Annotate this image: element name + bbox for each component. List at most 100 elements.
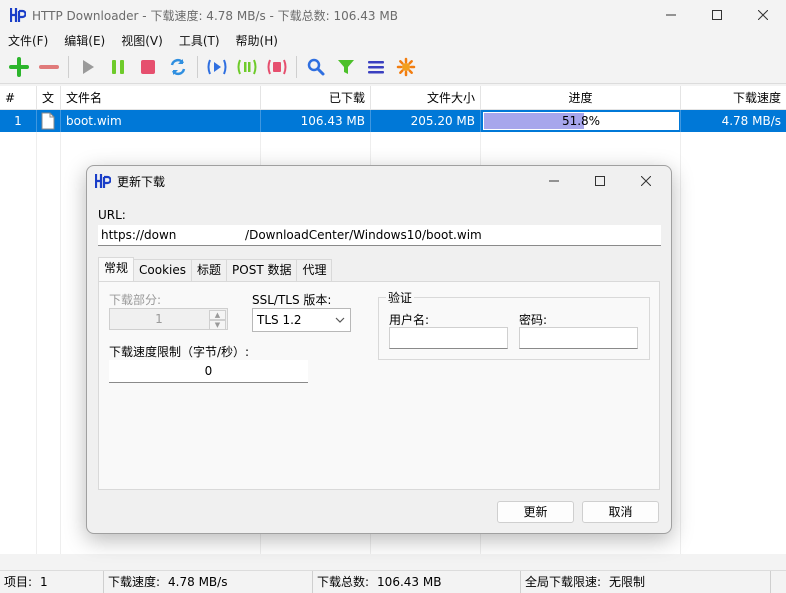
toolbar-separator: [296, 55, 297, 78]
menu-tools[interactable]: 工具(T): [171, 32, 228, 49]
row-speed: 4.78 MB/s: [721, 114, 781, 128]
status-speed-value: 4.78 MB/s: [168, 574, 228, 589]
options-button[interactable]: [393, 54, 419, 80]
add-download-button[interactable]: [6, 54, 32, 80]
ssl-version-value: TLS 1.2: [257, 313, 302, 327]
remove-icon: [39, 64, 59, 69]
progress-bar: 51.8%: [483, 112, 679, 130]
chevron-down-icon: ▼: [214, 321, 221, 329]
dialog-maximize-button[interactable]: [577, 166, 623, 196]
maximize-icon: [595, 176, 605, 186]
app-logo-icon: [10, 8, 26, 22]
start-button[interactable]: [75, 54, 101, 80]
pause-button[interactable]: [105, 54, 131, 80]
maximize-icon: [712, 10, 722, 20]
status-items-value: 1: [40, 574, 48, 589]
dialog-tabs: 常规 Cookies 标题 POST 数据 代理: [98, 257, 333, 281]
chevron-down-icon: [335, 317, 345, 323]
status-items: 项目: 1: [0, 570, 104, 593]
segments-value: 1: [155, 312, 163, 326]
column-header-number[interactable]: #: [0, 86, 37, 110]
toolbar-separator: [197, 55, 198, 78]
status-limit: 全局下载限速: 无限制: [521, 570, 771, 593]
column-header-speed[interactable]: 下载速度: [681, 86, 786, 110]
row-index: 1: [0, 110, 37, 132]
username-label: 用户名:: [389, 313, 430, 327]
status-items-label: 项目:: [4, 574, 33, 589]
maximize-button[interactable]: [694, 0, 740, 30]
filter-button[interactable]: [333, 54, 359, 80]
toolbar: [0, 50, 786, 84]
column-header-progress[interactable]: 进度: [481, 86, 681, 110]
list-icon: [368, 60, 384, 73]
dialog-minimize-button[interactable]: [531, 166, 577, 196]
menu-edit[interactable]: 编辑(E): [56, 32, 113, 49]
close-button[interactable]: [740, 0, 786, 30]
status-total: 下载总数: 106.43 MB: [313, 570, 521, 593]
cancel-button[interactable]: 取消: [582, 501, 659, 523]
start-all-button[interactable]: [204, 54, 230, 80]
minimize-icon: [549, 180, 559, 182]
url-label: URL:: [98, 208, 126, 222]
username-input[interactable]: [389, 327, 508, 349]
dialog-title: 更新下载: [117, 174, 166, 189]
window-title: HTTP Downloader - 下载速度: 4.78 MB/s - 下载总数…: [32, 8, 398, 23]
update-button[interactable]: 更新: [497, 501, 574, 523]
segments-spinbox[interactable]: 1 ▲ ▼: [109, 308, 228, 330]
stop-all-icon: [267, 59, 287, 74]
password-label: 密码:: [519, 313, 548, 327]
speed-limit-input[interactable]: 0: [109, 360, 308, 383]
list-button[interactable]: [363, 54, 389, 80]
title-bar: HTTP Downloader - 下载速度: 4.78 MB/s - 下载总数…: [0, 0, 786, 30]
column-header-filename[interactable]: 文件名: [61, 86, 261, 110]
tab-post-data[interactable]: POST 数据: [226, 259, 298, 281]
options-icon: [396, 57, 416, 76]
status-speed: 下载速度: 4.78 MB/s: [104, 570, 313, 593]
spin-up-button[interactable]: ▲: [209, 310, 226, 320]
stop-button[interactable]: [135, 54, 161, 80]
tab-general[interactable]: 常规: [98, 257, 135, 281]
search-button[interactable]: [303, 54, 329, 80]
segments-label: 下载部分:: [109, 293, 162, 307]
spin-down-button[interactable]: ▼: [209, 320, 226, 330]
start-all-icon: [207, 59, 227, 74]
status-total-value: 106.43 MB: [377, 574, 442, 589]
table-row[interactable]: 1 boot.wim 106.43 MB 205.20 MB 51.8% 4.7…: [0, 110, 786, 132]
toolbar-separator: [68, 55, 69, 78]
pause-all-icon: [237, 59, 257, 74]
close-icon: [758, 10, 768, 20]
row-filename: boot.wim: [61, 110, 261, 132]
status-bar: 项目: 1 下载速度: 4.78 MB/s 下载总数: 106.43 MB 全局下载限…: [0, 570, 786, 593]
column-header-type[interactable]: 文: [37, 86, 61, 110]
column-header-downloaded[interactable]: 已下载: [261, 86, 371, 110]
start-icon: [83, 59, 94, 74]
menu-help[interactable]: 帮助(H): [228, 32, 286, 49]
column-header-size[interactable]: 文件大小: [371, 86, 481, 110]
pause-all-button[interactable]: [234, 54, 260, 80]
filter-icon: [338, 59, 354, 74]
menu-view[interactable]: 视图(V): [113, 32, 171, 49]
password-input[interactable]: [519, 327, 638, 349]
status-total-label: 下载总数:: [317, 574, 370, 589]
add-icon: [9, 56, 29, 77]
url-input[interactable]: [98, 225, 661, 246]
status-speed-label: 下载速度:: [108, 574, 161, 589]
authentication-group: 验证 用户名: 密码:: [378, 289, 650, 360]
restart-button[interactable]: [165, 54, 191, 80]
menu-file[interactable]: 文件(F): [0, 32, 56, 49]
row-progress-cell: 51.8%: [481, 110, 681, 132]
tab-cookies[interactable]: Cookies: [133, 259, 192, 281]
tab-proxy[interactable]: 代理: [296, 259, 333, 281]
menu-bar: 文件(F) 编辑(E) 视图(V) 工具(T) 帮助(H): [0, 30, 786, 50]
status-limit-label: 全局下载限速:: [525, 574, 602, 589]
stop-all-button[interactable]: [264, 54, 290, 80]
tab-page-general: 下载部分: 1 ▲ ▼ SSL/TLS 版本: TLS 1.2 下载速度限制（字…: [98, 281, 660, 490]
pause-icon: [112, 59, 124, 74]
dialog-close-button[interactable]: [623, 166, 669, 196]
remove-download-button[interactable]: [36, 54, 62, 80]
minimize-button[interactable]: [648, 0, 694, 30]
chevron-up-icon: ▲: [214, 311, 221, 319]
tab-headers[interactable]: 标题: [191, 259, 228, 281]
close-icon: [641, 176, 651, 186]
ssl-version-select[interactable]: TLS 1.2: [252, 308, 351, 332]
